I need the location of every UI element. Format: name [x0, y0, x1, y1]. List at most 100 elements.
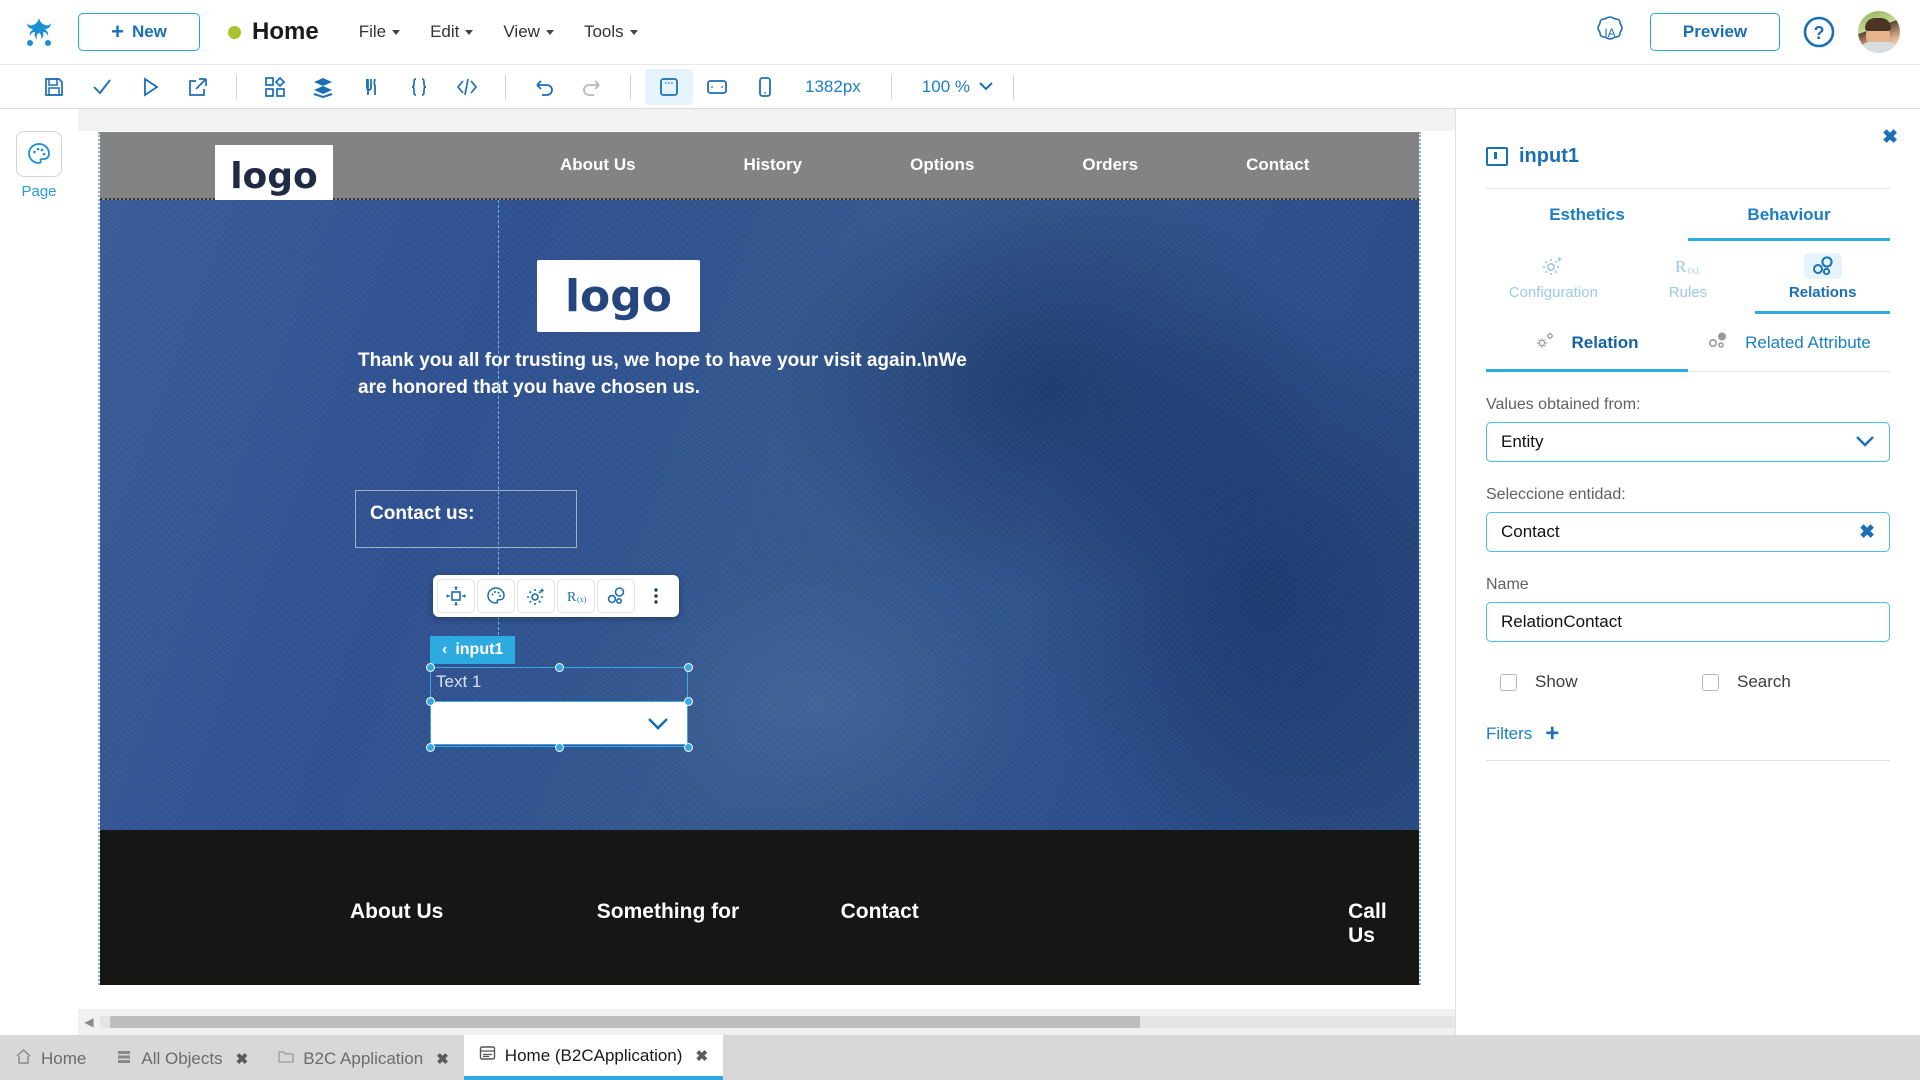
palette-icon[interactable]: [477, 579, 515, 613]
question-mark-icon[interactable]: ?: [1802, 15, 1836, 49]
site-nav-item-options[interactable]: Options: [910, 155, 974, 175]
site-nav-item-about[interactable]: About Us: [560, 155, 636, 175]
hero-logo[interactable]: logo: [537, 260, 700, 332]
site-nav-item-history[interactable]: History: [744, 155, 803, 175]
frog-brand-icon[interactable]: [0, 12, 78, 52]
phone-icon[interactable]: [741, 69, 789, 105]
site-logo[interactable]: logo: [215, 145, 333, 207]
canvas-hscrollbar[interactable]: ◀ ▶: [78, 1009, 1455, 1035]
tab-behaviour[interactable]: Behaviour: [1688, 189, 1890, 241]
search-checkbox[interactable]: [1702, 673, 1719, 691]
save-icon[interactable]: [30, 69, 78, 105]
layers-icon[interactable]: [299, 69, 347, 105]
show-checkbox[interactable]: [1500, 673, 1517, 691]
menu-file-label: File: [358, 22, 387, 41]
resize-handle-sw[interactable]: [426, 743, 435, 752]
scroll-left-arrow[interactable]: ◀: [78, 1015, 100, 1029]
menu-view[interactable]: View: [503, 22, 554, 42]
site-nav-item-contact[interactable]: Contact: [1246, 155, 1309, 175]
chevron-down-icon: [1855, 432, 1875, 452]
contact-us-block[interactable]: Contact us:: [355, 490, 577, 548]
bottom-tab-home-b2capplication[interactable]: Home (B2CApplication) ✖: [463, 1035, 724, 1080]
subtab-relations[interactable]: Relations: [1755, 241, 1891, 314]
add-filter-button[interactable]: +: [1545, 722, 1559, 746]
close-icon[interactable]: ✖: [436, 1050, 449, 1068]
bottom-tab-all-objects[interactable]: All Objects ✖: [101, 1038, 263, 1080]
run-icon[interactable]: [126, 69, 174, 105]
code-icon[interactable]: [443, 69, 491, 105]
footer-item-contact[interactable]: Contact: [841, 900, 1349, 948]
bottom-tab-b2c-application[interactable]: B2C Application ✖: [263, 1038, 464, 1080]
name-input[interactable]: RelationContact: [1486, 602, 1890, 642]
hero-section[interactable]: logo Thank you all for trusting us, we h…: [100, 200, 1419, 830]
select-entity-field[interactable]: Contact ✖: [1486, 512, 1890, 552]
menu-edit[interactable]: Edit: [430, 22, 474, 42]
minitab-related-attribute[interactable]: Related Attribute: [1688, 314, 1890, 372]
menu-file[interactable]: File: [358, 22, 401, 42]
canvas[interactable]: logo About Us History Options Orders Con…: [78, 109, 1455, 1080]
rules-icon[interactable]: R (x): [557, 579, 595, 613]
svg-text:?: ?: [1814, 23, 1825, 43]
search-checkbox-group[interactable]: Search: [1688, 672, 1890, 692]
page-palette-button[interactable]: [16, 131, 62, 177]
check-icon[interactable]: [78, 69, 126, 105]
selected-element-tag[interactable]: ‹ input1: [430, 636, 516, 664]
components-icon[interactable]: [251, 69, 299, 105]
tablet-icon[interactable]: [693, 69, 741, 105]
export-icon[interactable]: [174, 69, 222, 105]
more-options-icon[interactable]: [637, 579, 675, 613]
scroll-thumb[interactable]: [110, 1016, 1140, 1028]
menu-view-label: View: [503, 22, 540, 41]
page-preview[interactable]: logo About Us History Options Orders Con…: [98, 132, 1421, 985]
selected-input-control[interactable]: [430, 701, 688, 745]
ia-badge-icon[interactable]: IA: [1592, 14, 1628, 50]
toolbar-divider: [1012, 74, 1014, 99]
values-obtained-from-label: Values obtained from:: [1486, 396, 1641, 413]
resize-handle-nw[interactable]: [426, 663, 435, 672]
minitab-relation[interactable]: Relation: [1486, 314, 1688, 372]
show-checkbox-label: Show: [1535, 672, 1578, 691]
undo-icon[interactable]: [520, 69, 568, 105]
hero-paragraph[interactable]: Thank you all for trusting us, we hope t…: [358, 348, 998, 402]
resize-handle-e[interactable]: [684, 697, 693, 706]
close-icon[interactable]: ✖: [236, 1050, 249, 1068]
desktop-icon[interactable]: [645, 68, 693, 105]
configuration-icon[interactable]: [517, 579, 555, 613]
values-obtained-from-select[interactable]: Entity: [1486, 422, 1890, 462]
resize-handle-ne[interactable]: [684, 663, 693, 672]
parent-chevron-icon[interactable]: ‹: [442, 641, 447, 659]
footer-item-about[interactable]: About Us: [350, 900, 597, 948]
relations-icon[interactable]: [597, 579, 635, 613]
clear-entity-icon[interactable]: ✖: [1859, 521, 1875, 544]
site-footer[interactable]: About Us Something for Contact Call Us: [100, 830, 1419, 985]
menu-tools[interactable]: Tools: [584, 22, 638, 42]
filters-label[interactable]: Filters: [1486, 724, 1532, 744]
canvas-width-value[interactable]: 1382px: [789, 77, 877, 97]
braces-icon[interactable]: [395, 69, 443, 105]
site-nav-bar[interactable]: logo About Us History Options Orders Con…: [100, 132, 1419, 207]
resize-handle-w[interactable]: [426, 697, 435, 706]
move-icon[interactable]: [437, 579, 475, 613]
new-button[interactable]: + New: [78, 13, 200, 51]
site-nav-item-orders[interactable]: Orders: [1082, 155, 1138, 175]
footer-item-something[interactable]: Something for: [597, 900, 841, 948]
preview-button[interactable]: Preview: [1650, 13, 1780, 51]
resize-handle-n[interactable]: [555, 663, 564, 672]
bottom-tab-home[interactable]: Home: [0, 1038, 101, 1080]
avatar[interactable]: [1858, 11, 1900, 53]
show-checkbox-group[interactable]: Show: [1486, 672, 1688, 692]
subtab-configuration-label: Configuration: [1508, 284, 1598, 301]
resize-handle-s[interactable]: [555, 743, 564, 752]
zoom-control[interactable]: 100 %: [906, 77, 999, 97]
resize-handle-se[interactable]: [684, 743, 693, 752]
tab-esthetics[interactable]: Esthetics: [1486, 189, 1688, 241]
data-icon[interactable]: [347, 69, 395, 105]
subtab-rules[interactable]: R (x) Rules: [1621, 241, 1756, 314]
subtab-configuration[interactable]: Configuration: [1486, 241, 1621, 314]
close-icon[interactable]: ✖: [1882, 126, 1898, 149]
scroll-track[interactable]: [100, 1016, 1455, 1028]
properties-panel: ✖ input1 Esthetics Behaviour Configurati…: [1455, 109, 1920, 1080]
close-icon[interactable]: ✖: [695, 1047, 708, 1065]
redo-icon[interactable]: [568, 69, 616, 105]
footer-item-callus[interactable]: Call Us: [1348, 900, 1419, 948]
